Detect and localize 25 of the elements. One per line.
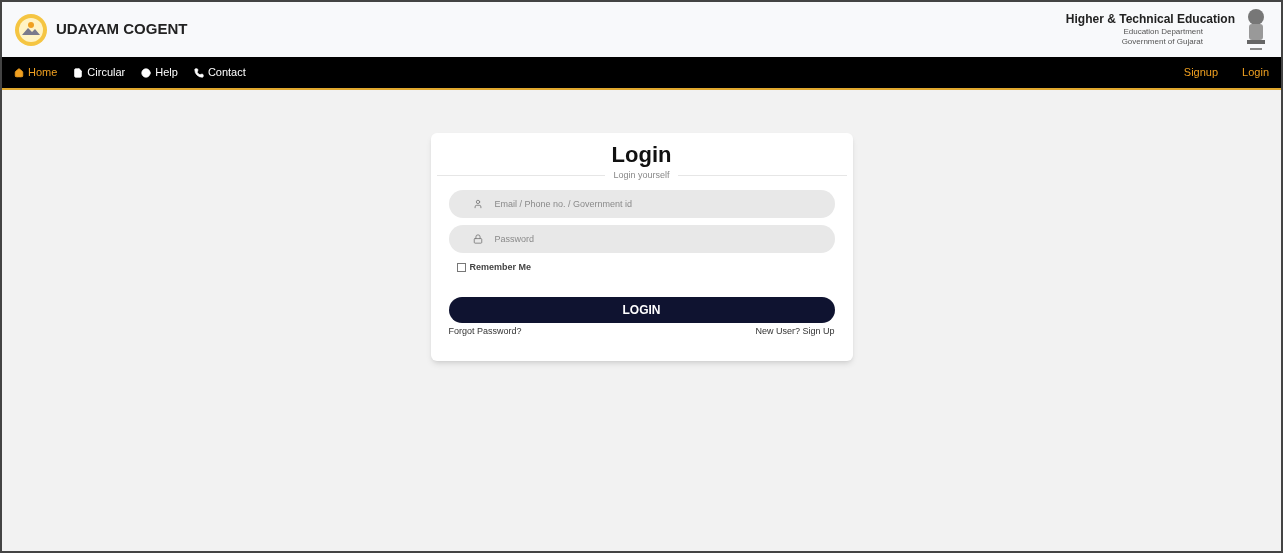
- remember-checkbox[interactable]: [456, 263, 466, 273]
- input-field[interactable]: Password: [448, 225, 835, 253]
- nav-link[interactable]: Circular: [73, 64, 126, 81]
- department-subtitle: Government of Gujarat: [1121, 37, 1204, 47]
- login-button[interactable]: LOGIN: [448, 296, 835, 323]
- forgot-password-link[interactable]: Forgot Password?: [448, 324, 522, 338]
- user-icon: [472, 199, 483, 209]
- input-field[interactable]: Email / Phone no. / Government id: [448, 190, 835, 218]
- login-subtitle: Login yourself: [613, 168, 670, 182]
- phone-icon: [193, 67, 204, 78]
- brand-name: UDAYAM COGENT: [56, 19, 188, 40]
- nav-link[interactable]: Home: [14, 64, 58, 81]
- logo-icon: [14, 12, 48, 47]
- department-subtitle: Education Department: [1123, 27, 1204, 37]
- login-title: Login: [610, 141, 673, 169]
- file-icon: [73, 67, 84, 78]
- nav-link[interactable]: Help: [141, 64, 178, 81]
- nav-link[interactable]: Login: [1242, 64, 1269, 81]
- remember-label: Remember Me: [469, 261, 532, 274]
- sign-up-link[interactable]: New User? Sign Up: [755, 324, 835, 338]
- nav-link[interactable]: Contact: [193, 64, 246, 81]
- department-title: Higher & Technical Education: [1065, 12, 1235, 27]
- home-icon: [14, 67, 24, 78]
- lock-icon: [472, 234, 483, 244]
- nav-link[interactable]: Signup: [1183, 64, 1219, 81]
